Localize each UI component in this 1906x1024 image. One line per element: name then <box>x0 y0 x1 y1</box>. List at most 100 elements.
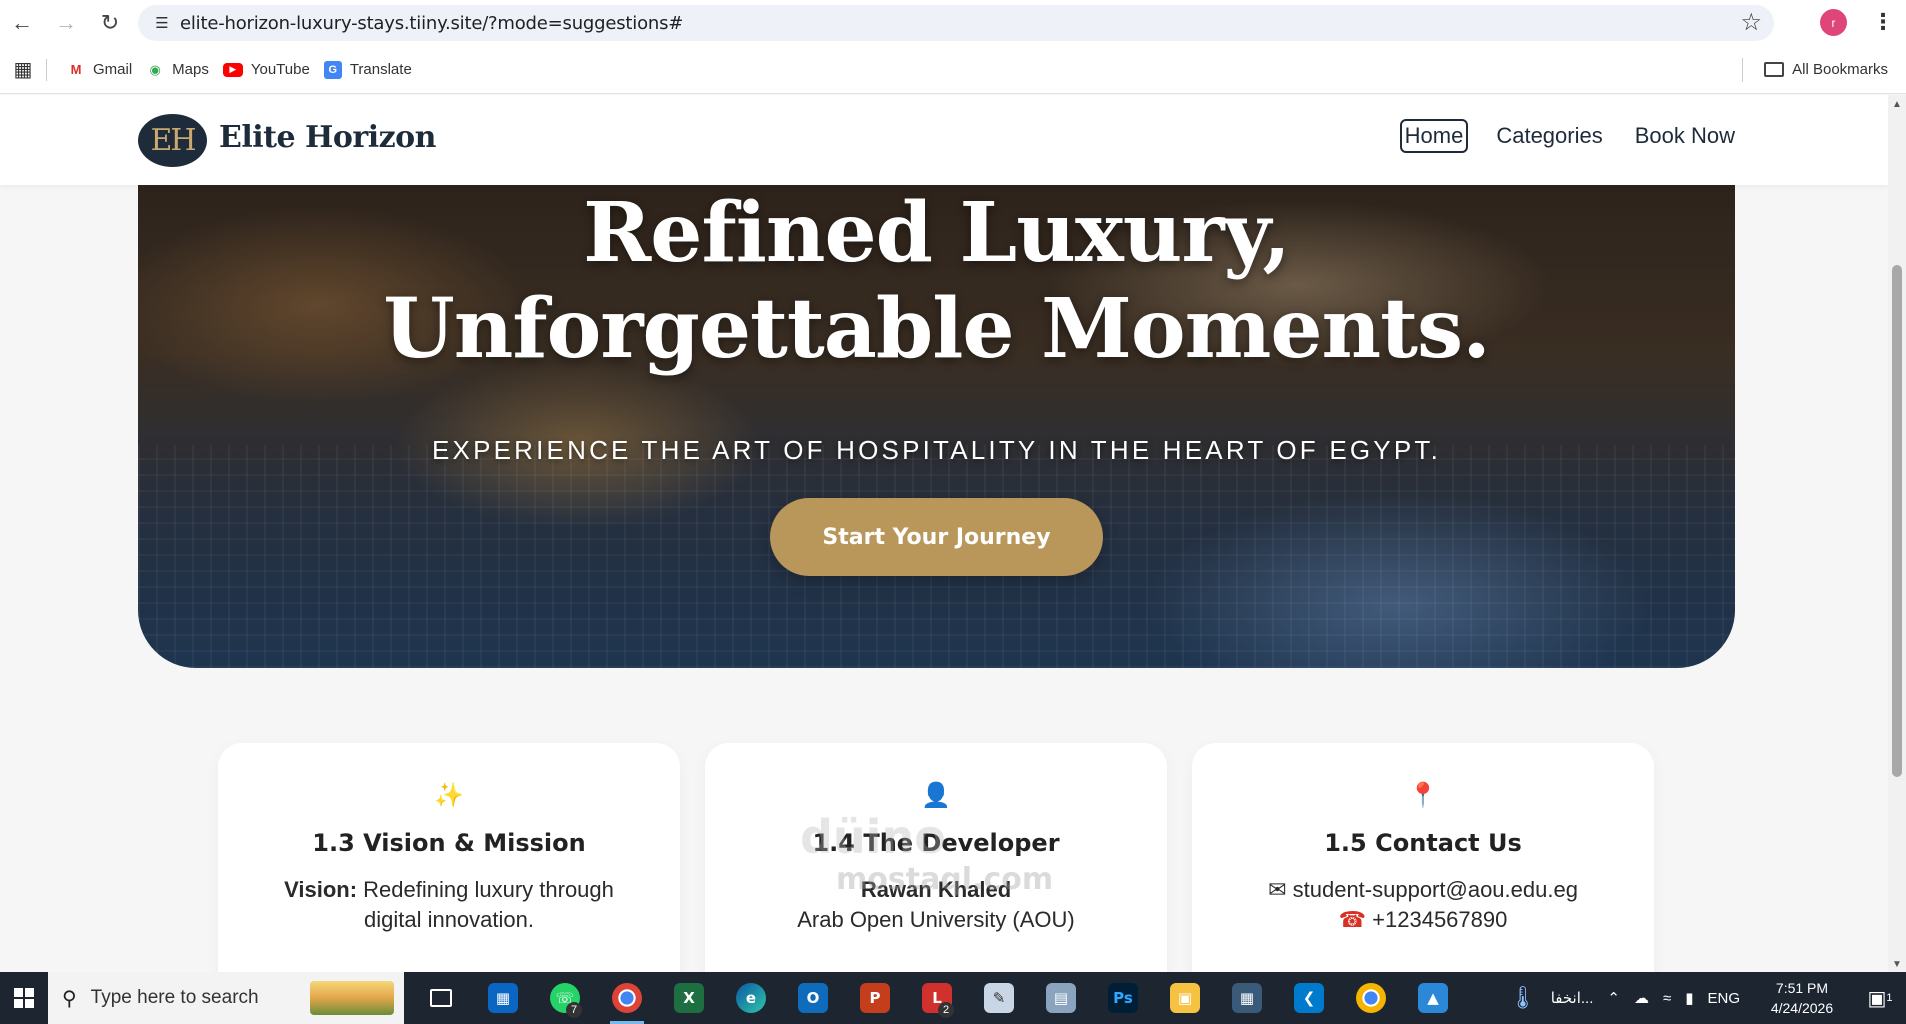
contact-phone[interactable]: +1234567890 <box>1372 907 1507 932</box>
vscode-icon[interactable]: ❮ <box>1278 972 1340 1024</box>
sparkles-icon: ✨ <box>434 782 464 809</box>
whatsapp-badge: 7 <box>566 1002 582 1018</box>
nav-book-now[interactable]: Book Now <box>1635 123 1735 149</box>
hero-banner: Refined Luxury, Unforgettable Moments. E… <box>138 185 1735 668</box>
l-app-badge: 2 <box>938 1002 954 1018</box>
divider <box>1742 58 1743 82</box>
menu-kebab-icon[interactable]: ⋮ <box>1872 10 1894 34</box>
search-icon: ⚲ <box>62 987 77 1010</box>
apps-grid-icon[interactable]: ▦ <box>0 57 46 82</box>
notification-icon[interactable]: ▣ 1 <box>1864 983 1896 1013</box>
forward-icon[interactable]: → <box>44 0 88 46</box>
paint-icon[interactable]: ✎ <box>968 972 1030 1024</box>
brand-name[interactable]: Elite Horizon <box>219 120 436 155</box>
profile-avatar[interactable]: r <box>1820 9 1847 36</box>
taskbar-search[interactable]: ⚲ Type here to search <box>48 972 404 1024</box>
chevron-up-icon[interactable]: ⌃ <box>1607 989 1620 1007</box>
bookmark-maps[interactable]: ◉ Maps <box>146 61 209 79</box>
vision-label: Vision: <box>284 877 358 902</box>
clock[interactable]: 7:51 PM 4/24/2026 <box>1754 978 1850 1018</box>
clock-date: 4/24/2026 <box>1770 1000 1834 1016</box>
onedrive-icon[interactable]: ☁ <box>1634 989 1649 1007</box>
bookmark-label: Maps <box>172 61 209 78</box>
hero-subtitle: EXPERIENCE THE ART OF HOSPITALITY IN THE… <box>431 435 1441 465</box>
developer-university: Arab Open University (AOU) <box>797 907 1075 932</box>
powerpoint-icon[interactable]: P <box>844 972 906 1024</box>
address-bar[interactable]: ☰ elite-horizon-luxury-stays.tiiny.site/… <box>138 5 1774 41</box>
clock-time: 7:51 PM <box>1775 980 1829 996</box>
search-highlight-image <box>310 981 394 1015</box>
weather-text[interactable]: انخفا... <box>1551 989 1594 1007</box>
translate-icon: G <box>323 60 342 79</box>
whatsapp-icon[interactable]: ☏ 7 <box>534 972 596 1024</box>
wifi-icon[interactable]: ≈ <box>1663 990 1671 1007</box>
start-journey-button[interactable]: Start Your Journey <box>770 498 1103 576</box>
taskbar-apps: ▦ ☏ 7 X e O P L2 ✎ ▤ Ps ▣ ▦ ❮ ▲ <box>410 972 1464 1024</box>
vision-text-1: Redefining luxury through <box>363 877 614 902</box>
bookmark-label: YouTube <box>250 61 310 78</box>
site-info-icon[interactable]: ☰ <box>144 5 180 41</box>
card-body: ✉ student-support@aou.edu.eg ☎ +12345678… <box>1232 875 1614 935</box>
card-title: 1.5 Contact Us <box>1324 829 1522 857</box>
bookmark-youtube[interactable]: ▶ YouTube <box>222 61 310 78</box>
hero-title: Refined Luxury, Unforgettable Moments. <box>138 185 1735 377</box>
outlook-icon[interactable]: O <box>782 972 844 1024</box>
windows-logo-icon <box>14 988 34 1008</box>
location-pin-icon: 📍 <box>1408 782 1438 809</box>
scanner-icon[interactable]: ▤ <box>1030 972 1092 1024</box>
file-explorer-icon[interactable]: ▣ <box>1154 972 1216 1024</box>
gmail-icon: M <box>70 62 82 77</box>
windows-taskbar: ⚲ Type here to search ▦ ☏ 7 X e O P L2 ✎ … <box>0 972 1906 1024</box>
card-vision-mission: ✨ 1.3 Vision & Mission Vision: Redefinin… <box>218 743 680 972</box>
phone-icon: ☎ <box>1338 907 1367 932</box>
reload-icon[interactable]: ↻ <box>88 0 132 46</box>
all-bookmarks-label: All Bookmarks <box>1792 61 1888 78</box>
chrome-icon[interactable] <box>596 972 658 1024</box>
site-header: EH Elite Horizon Home Categories Book No… <box>0 95 1888 185</box>
logo-badge[interactable]: EH <box>138 114 207 167</box>
task-view-icon[interactable] <box>410 972 472 1024</box>
photos-icon[interactable]: ▲ <box>1402 972 1464 1024</box>
card-title: 1.3 Vision & Mission <box>312 829 586 857</box>
card-body: Vision: Redefining luxury through digita… <box>258 875 640 935</box>
photoshop-icon[interactable]: Ps <box>1092 972 1154 1024</box>
search-placeholder: Type here to search <box>90 987 259 1008</box>
scroll-thumb[interactable] <box>1892 265 1902 777</box>
system-tray: 🌡 انخفا... ⌃ ☁ ≈ ▮ ENG 7:51 PM 4/24/2026… <box>1509 972 1906 1024</box>
vision-text-2: digital innovation. <box>363 907 534 932</box>
notification-count: 1 <box>1886 992 1893 1004</box>
nav-home[interactable]: Home <box>1399 119 1469 153</box>
card-contact: 📍 1.5 Contact Us ✉ student-support@aou.e… <box>1192 743 1654 972</box>
all-bookmarks-button[interactable]: All Bookmarks <box>1764 61 1888 78</box>
bookmark-gmail[interactable]: M Gmail <box>67 61 133 79</box>
bookmark-label: Translate <box>349 61 412 78</box>
edge-icon[interactable]: e <box>720 972 782 1024</box>
youtube-icon: ▶ <box>222 62 243 77</box>
excel-icon[interactable]: X <box>658 972 720 1024</box>
store-icon[interactable]: ▦ <box>472 972 534 1024</box>
battery-icon[interactable]: ▮ <box>1685 989 1693 1007</box>
url-text[interactable]: elite-horizon-luxury-stays.tiiny.site/?m… <box>180 13 683 34</box>
divider <box>46 58 47 81</box>
browser-toolbar: ← → ↻ ☰ elite-horizon-luxury-stays.tiiny… <box>0 0 1906 46</box>
contact-email[interactable]: student-support@aou.edu.eg <box>1293 877 1578 902</box>
scroll-down-icon[interactable]: ▼ <box>1892 959 1902 970</box>
scroll-up-icon[interactable]: ▲ <box>1892 99 1902 110</box>
main-nav: Home Categories Book Now <box>1399 119 1735 153</box>
folder-icon <box>1764 62 1785 77</box>
language-indicator[interactable]: ENG <box>1707 990 1740 1007</box>
vertical-scrollbar[interactable]: ▲ ▼ <box>1888 95 1906 972</box>
bookmarks-bar: ▦ M Gmail ◉ Maps ▶ YouTube G Translate A… <box>0 46 1906 94</box>
l-app-icon[interactable]: L2 <box>906 972 968 1024</box>
chrome-icon-2[interactable] <box>1340 972 1402 1024</box>
weather-icon[interactable]: 🌡 <box>1509 985 1537 1011</box>
bookmark-translate[interactable]: G Translate <box>323 60 412 79</box>
bookmark-star-icon[interactable]: ☆ <box>1740 8 1762 37</box>
nav-categories[interactable]: Categories <box>1496 123 1602 149</box>
developer-icon: 👤 <box>921 782 951 809</box>
watermark-logo: düino <box>800 810 946 864</box>
maps-icon: ◉ <box>149 61 161 77</box>
start-button[interactable] <box>0 972 48 1024</box>
network-map-icon[interactable]: ▦ <box>1216 972 1278 1024</box>
back-icon[interactable]: ← <box>0 0 44 46</box>
